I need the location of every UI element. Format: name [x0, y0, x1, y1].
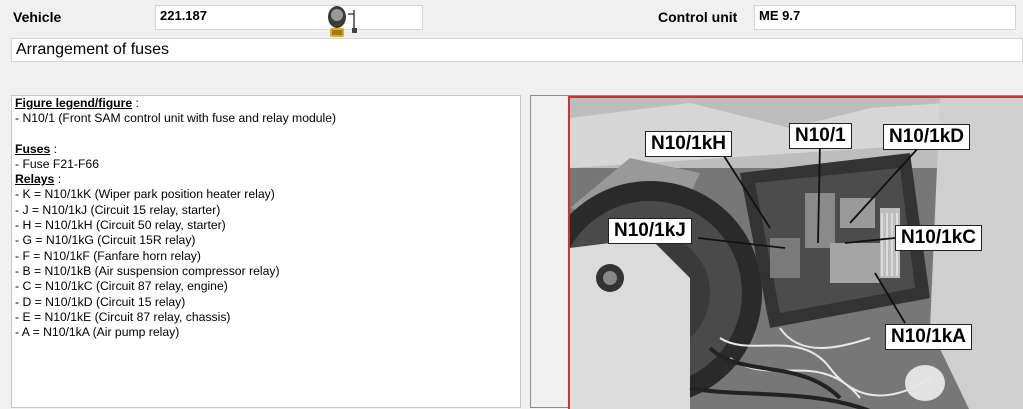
legend-relay-item: - K = N10/1kK (Wiper park position heate… [15, 187, 275, 202]
control-unit-field[interactable]: ME 9.7 [754, 5, 1016, 30]
control-unit-value: ME 9.7 [759, 8, 801, 23]
legend-relay-item: - B = N10/1kB (Air suspension compressor… [15, 263, 280, 278]
legend-fuses-line: Fuses : [15, 142, 517, 157]
legend-relay-item: - F = N10/1kF (Fanfare horn relay) [15, 248, 201, 263]
legend-relay-item: - A = N10/1kA (Air pump relay) [15, 325, 180, 340]
callout-n10-1kj: N10/1kJ [608, 218, 692, 244]
fuse-box-photo: N10/1kH N10/1 N10/1kD N10/1kJ N10/1kC N1… [568, 96, 1023, 409]
page-title-text: Arrangement of fuses [16, 41, 169, 58]
legend-relay-item: - G = N10/1kG (Circuit 15R relay) [15, 233, 196, 248]
legend-figure-line: Figure legend/figure : [15, 96, 517, 111]
legend-relay-item: - C = N10/1kC (Circuit 87 relay, engine) [15, 279, 228, 294]
callout-n10-1kh: N10/1kH [645, 131, 732, 157]
legend-relay-item: - J = N10/1kJ (Circuit 15 relay, starter… [15, 202, 221, 217]
page-title: Arrangement of fuses [11, 38, 1023, 62]
legend-figure-heading-suffix: : [132, 96, 139, 110]
figure-legend-panel: Figure legend/figure : - N10/1 (Front SA… [11, 95, 521, 408]
vehicle-label: Vehicle [13, 9, 62, 25]
legend-relays-heading-suffix: : [54, 172, 62, 187]
control-unit-label: Control unit [658, 9, 738, 25]
legend-relay-item: - E = N10/1kE (Circuit 87 relay, chassis… [15, 309, 231, 324]
figure-panel: N10/1kH N10/1 N10/1kD N10/1kJ N10/1kC N1… [530, 95, 1023, 409]
legend-relay-item: - H = N10/1kH (Circuit 50 relay, starter… [15, 218, 226, 233]
legend-relays-line: Relays : [15, 172, 517, 187]
legend-fuses-item: - Fuse F21-F66 [15, 156, 99, 171]
callout-n10-1kc: N10/1kC [895, 225, 982, 251]
legend-fuses-heading: Fuses [15, 141, 51, 156]
legend-figure-heading: Figure legend/figure [15, 96, 133, 110]
callout-n10-1ka: N10/1kA [885, 324, 972, 350]
legend-relays-heading: Relays [15, 172, 55, 187]
legend-fuses-heading-suffix: : [50, 141, 58, 156]
usb-connector-icon [322, 4, 360, 38]
callout-n10-1: N10/1 [789, 123, 852, 149]
callout-n10-1kd: N10/1kD [883, 124, 970, 150]
legend-figure-item: - N10/1 (Front SAM control unit with fus… [15, 111, 337, 126]
vehicle-field[interactable]: 221.187 [155, 5, 423, 30]
vehicle-value: 221.187 [160, 8, 207, 23]
legend-relay-item: - D = N10/1kD (Circuit 15 relay) [15, 294, 186, 309]
